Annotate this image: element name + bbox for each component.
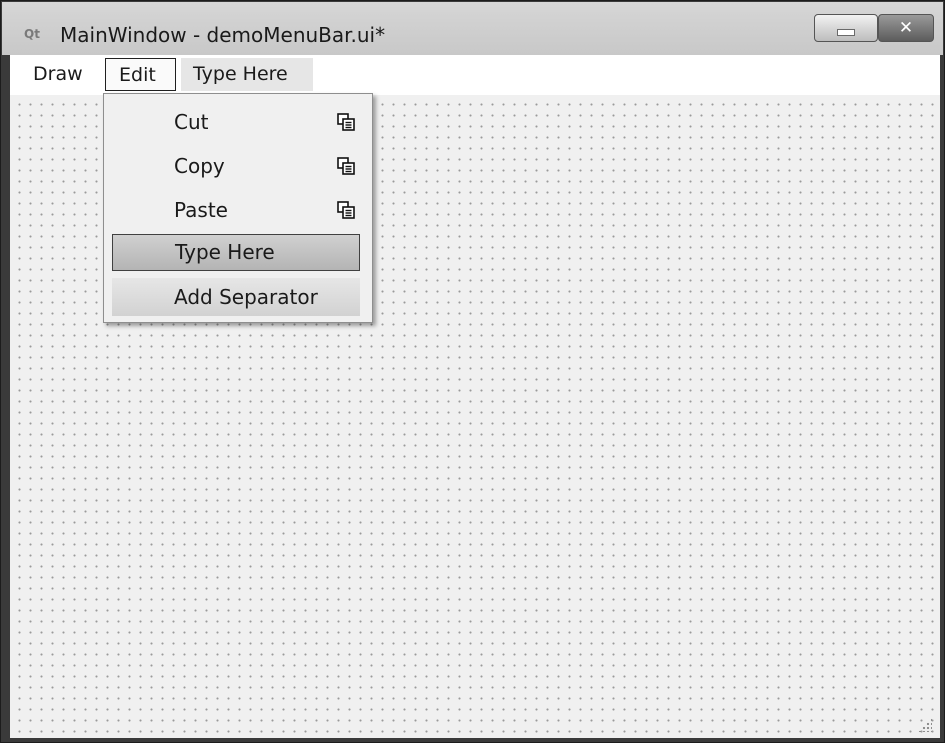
main-window: Qt MainWindow - demoMenuBar.ui* ✕ Draw E… (0, 0, 945, 743)
menu-item-label: Cut (174, 110, 209, 134)
close-icon: ✕ (898, 18, 914, 38)
qt-logo-icon: Qt (24, 27, 40, 41)
submenu-icon[interactable] (336, 200, 356, 220)
menu-draw[interactable]: Draw (23, 58, 103, 91)
title-bar[interactable]: Qt MainWindow - demoMenuBar.ui* ✕ (2, 2, 943, 55)
menu-item-label: Copy (174, 154, 225, 178)
edit-dropdown-menu: Cut Copy Paste Type Here Add Separator (103, 93, 373, 323)
menu-item-label: Paste (174, 198, 228, 222)
menu-item-paste[interactable]: Paste (104, 190, 372, 230)
resize-grip-icon[interactable] (918, 718, 932, 732)
menu-item-copy[interactable]: Copy (104, 146, 372, 186)
minimize-button[interactable] (814, 14, 878, 42)
window-title: MainWindow - demoMenuBar.ui* (60, 23, 386, 47)
menu-edit[interactable]: Edit (105, 58, 176, 91)
submenu-icon[interactable] (336, 156, 356, 176)
menu-bar: Draw Edit Type Here (10, 55, 940, 95)
minimize-icon (837, 28, 855, 36)
menu-item-cut[interactable]: Cut (104, 102, 372, 142)
close-button[interactable]: ✕ (878, 14, 934, 42)
submenu-icon[interactable] (336, 112, 356, 132)
menu-type-here[interactable]: Type Here (181, 58, 313, 91)
menu-item-type-here[interactable]: Type Here (112, 234, 360, 271)
menu-item-add-separator[interactable]: Add Separator (112, 278, 360, 316)
